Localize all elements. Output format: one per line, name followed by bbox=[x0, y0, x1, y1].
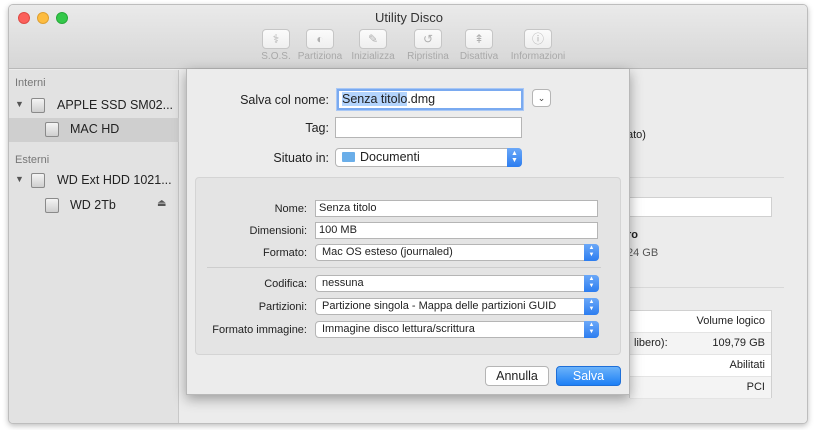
info-button[interactable]: ⓘ Informazioni bbox=[508, 29, 568, 67]
cancel-button[interactable]: Annulla bbox=[485, 366, 549, 386]
disclosure-triangle-icon[interactable]: ▼ bbox=[15, 99, 24, 109]
format-label: Formato: bbox=[262, 247, 307, 259]
volume-icon bbox=[45, 122, 59, 137]
erase-button[interactable]: ✎ Inizializza bbox=[343, 29, 403, 67]
size-input[interactable]: 100 MB bbox=[315, 222, 598, 239]
tags-label: Tag: bbox=[305, 121, 329, 135]
popup-arrows-icon: ▲ ▼ bbox=[584, 275, 599, 292]
disclosure-triangle-icon[interactable]: ▼ bbox=[15, 174, 24, 184]
save-as-input[interactable]: Senza titolo.dmg bbox=[337, 89, 523, 110]
window-title: Utility Disco bbox=[375, 10, 443, 25]
volume-icon bbox=[45, 198, 59, 213]
divider bbox=[629, 177, 784, 178]
erase-icon: ✎ bbox=[359, 29, 387, 49]
table-row: Volume logico bbox=[630, 311, 771, 333]
save-button[interactable]: Salva bbox=[556, 366, 621, 386]
options-divider bbox=[207, 267, 601, 268]
internal-disk-icon bbox=[31, 98, 45, 113]
sidebar-item-apple-ssd[interactable]: ▼ APPLE SSD SM02... bbox=[9, 94, 179, 118]
folder-icon bbox=[342, 152, 355, 162]
table-row: libero): 109,79 GB bbox=[630, 333, 771, 355]
sidebar-section-internal: Interni bbox=[15, 77, 46, 89]
save-as-label: Salva col nome: bbox=[240, 93, 329, 107]
save-as-selected-text: Senza titolo bbox=[342, 92, 408, 106]
encryption-popup[interactable]: nessuna ▲ ▼ bbox=[315, 275, 599, 292]
name-label: Nome: bbox=[274, 203, 307, 215]
title-bar: Utility Disco ⚕ S.O.S. ◐ Partiziona ✎ In… bbox=[9, 5, 807, 69]
popup-arrows-icon: ▲ ▼ bbox=[584, 298, 599, 315]
sidebar-item-wd-ext-hdd[interactable]: ▼ WD Ext HDD 1021... bbox=[9, 169, 179, 193]
background-usage-bar bbox=[629, 197, 772, 217]
size-label: Dimensioni: bbox=[249, 225, 307, 237]
popup-arrows-icon: ▲ ▼ bbox=[507, 148, 522, 167]
partition-button[interactable]: ◐ Partiziona bbox=[290, 29, 350, 67]
popup-arrows-icon: ▲ ▼ bbox=[584, 244, 599, 261]
expand-dialog-button[interactable]: ⌄ bbox=[532, 89, 551, 107]
where-popup[interactable]: Documenti ▲ ▼ bbox=[335, 148, 522, 167]
encryption-label: Codifica: bbox=[264, 278, 307, 290]
background-free-size: 24 GB bbox=[627, 247, 659, 259]
table-row: Abilitati bbox=[630, 355, 771, 377]
external-disk-icon bbox=[31, 173, 45, 188]
sidebar-item-wd-2tb[interactable]: WD 2Tb ⏏ bbox=[9, 194, 179, 218]
save-as-extension: .dmg bbox=[407, 92, 436, 106]
chevron-down-icon: ⌄ bbox=[537, 93, 546, 103]
sidebar-section-external: Esterni bbox=[15, 154, 50, 166]
divider bbox=[629, 287, 784, 288]
background-info-table: Volume logico libero): 109,79 GB Abilita… bbox=[629, 310, 772, 399]
partitions-popup[interactable]: Partizione singola - Mappa delle partizi… bbox=[315, 298, 599, 315]
where-label: Situato in: bbox=[273, 151, 329, 165]
format-popup[interactable]: Mac OS esteso (journaled) ▲ ▼ bbox=[315, 244, 599, 261]
image-format-label: Formato immagine: bbox=[212, 324, 307, 336]
sidebar-item-mac-hd[interactable]: MAC HD bbox=[9, 118, 179, 142]
stethoscope-icon: ⚕ bbox=[262, 29, 290, 49]
restore-icon: ↺ bbox=[414, 29, 442, 49]
info-icon: ⓘ bbox=[524, 29, 552, 49]
image-format-popup[interactable]: Immagine disco lettura/scrittura ▲ ▼ bbox=[315, 321, 599, 338]
name-input[interactable]: Senza titolo bbox=[315, 200, 598, 217]
tags-input[interactable] bbox=[335, 117, 522, 138]
unmount-button[interactable]: ⇞ Disattiva bbox=[449, 29, 509, 67]
table-row: PCI bbox=[630, 377, 771, 399]
partitions-label: Partizioni: bbox=[258, 301, 307, 313]
popup-arrows-icon: ▲ ▼ bbox=[584, 321, 599, 338]
save-image-sheet: Salva col nome: Senza titolo.dmg ⌄ Tag: … bbox=[186, 69, 630, 395]
partition-icon: ◐ bbox=[306, 29, 334, 49]
unmount-icon: ⇞ bbox=[465, 29, 493, 49]
sidebar: Interni ▼ APPLE SSD SM02... MAC HD Ester… bbox=[9, 70, 179, 423]
eject-icon[interactable]: ⏏ bbox=[157, 198, 166, 209]
